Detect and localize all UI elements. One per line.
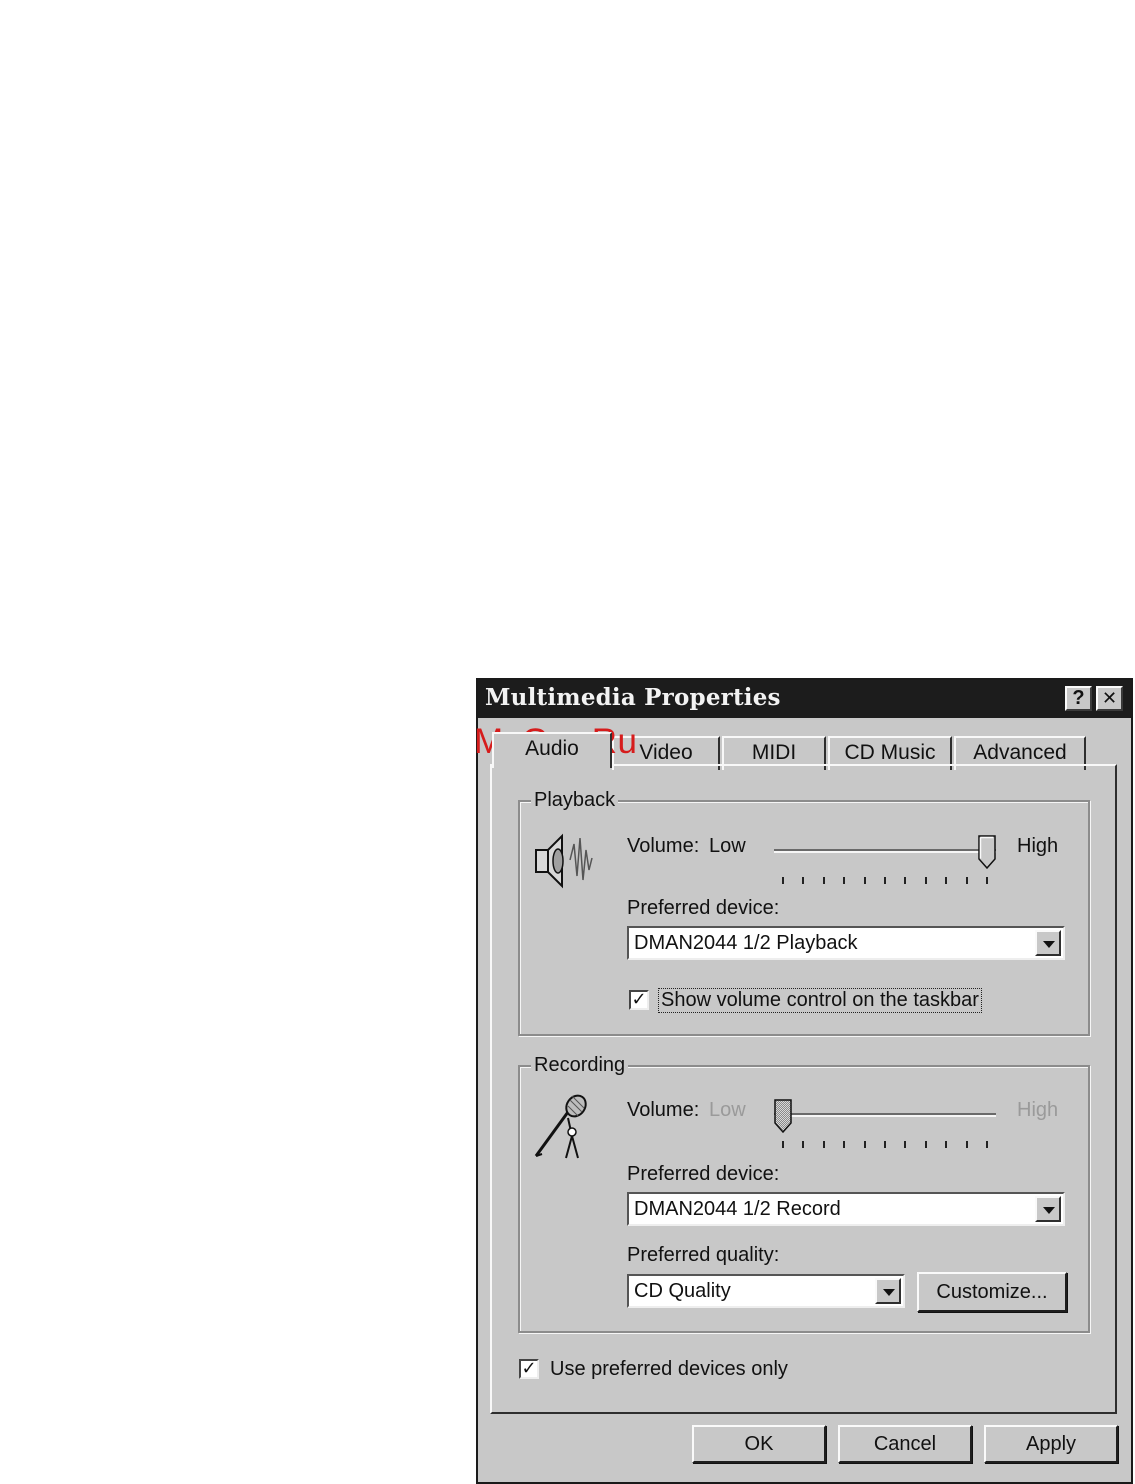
recording-slider-thumb[interactable] [774,1099,792,1133]
playback-device-dropdown-button[interactable] [1035,930,1061,956]
checkmark-icon: ✓ [631,989,647,1009]
slider-tick [965,1141,968,1148]
recording-quality-label: Preferred quality: [627,1244,780,1266]
slider-tick [822,877,825,884]
slider-tick [986,877,988,884]
taskbar-volume-label[interactable]: Show volume control on the taskbar [658,988,982,1013]
help-button[interactable]: ? [1065,686,1092,711]
slider-tick [802,1141,805,1148]
microphone-icon [534,1094,587,1159]
recording-high-label: High [1017,1099,1059,1121]
title-bar[interactable]: Multimedia Properties ? ✕ [478,680,1131,718]
slider-tick [884,877,886,884]
slider-tick [884,1141,886,1148]
slider-tick [843,877,846,884]
checkmark-icon: ✓ [521,1358,537,1378]
playback-low-label: Low [709,835,746,857]
slider-tick [782,1141,784,1148]
slider-tick [965,877,968,884]
slider-tick [863,877,866,884]
slider-tick [924,1141,927,1148]
multimedia-properties-window: Multimedia Properties ? ✕ Audio Video MI… [476,678,1133,1484]
chevron-down-icon [1043,1207,1055,1214]
playback-device-label: Preferred device: [627,897,780,919]
recording-quality-select[interactable]: CD Quality [627,1274,905,1308]
recording-quality-dropdown-button[interactable] [875,1278,901,1304]
recording-group-label: Recording [531,1054,629,1077]
chevron-down-icon [1043,941,1055,948]
recording-slider-ticks [774,1141,996,1149]
ok-button[interactable]: OK [692,1425,826,1463]
tab-video-label: Video [639,741,693,764]
playback-volume-slider[interactable] [774,835,996,885]
use-preferred-devices-checkbox[interactable]: ✓ [519,1359,539,1379]
tab-advanced-label: Advanced [973,741,1067,764]
slider-tick [924,877,927,884]
playback-device-value: DMAN2044 1/2 Playback [634,932,858,954]
recording-volume-label: Volume: [627,1099,700,1121]
recording-device-value: DMAN2044 1/2 Record [634,1198,841,1220]
use-preferred-devices-label[interactable]: Use preferred devices only [550,1358,788,1381]
customize-button[interactable]: Customize... [917,1272,1067,1312]
slider-tick [782,877,784,884]
slider-tick [945,877,948,884]
recording-device-label: Preferred device: [627,1163,780,1185]
cancel-button[interactable]: Cancel [838,1425,972,1463]
playback-device-select[interactable]: DMAN2044 1/2 Playback [627,926,1065,960]
slider-tick [822,1141,825,1148]
recording-low-label: Low [709,1099,746,1121]
slider-tick [802,877,805,884]
tab-midi-label: MIDI [751,741,797,764]
slider-tick [904,877,907,884]
window-title: Multimedia Properties [485,684,781,711]
chevron-down-icon [883,1289,895,1296]
apply-button[interactable]: Apply [984,1425,1118,1463]
tab-audio[interactable]: Audio [492,732,612,768]
playback-group-label: Playback [531,789,619,812]
slider-tick [904,1141,907,1148]
playback-slider-track [774,849,996,853]
speaker-icon [535,833,593,889]
tab-cd-music-label: CD Music [844,741,936,764]
playback-slider-thumb[interactable] [978,835,996,869]
recording-volume-slider[interactable] [774,1099,996,1149]
slider-tick [863,1141,866,1148]
recording-slider-track [774,1113,996,1117]
slider-tick [843,1141,846,1148]
recording-quality-value: CD Quality [634,1280,731,1302]
slider-tick [945,1141,948,1148]
tab-audio-label: Audio [525,737,579,760]
close-button[interactable]: ✕ [1096,686,1123,711]
playback-volume-label: Volume: [627,835,700,857]
taskbar-volume-checkbox[interactable]: ✓ [629,990,649,1010]
playback-slider-ticks [774,877,996,885]
recording-device-dropdown-button[interactable] [1035,1196,1061,1222]
playback-high-label: High [1017,835,1059,857]
recording-device-select[interactable]: DMAN2044 1/2 Record [627,1192,1065,1226]
slider-tick [986,1141,988,1148]
